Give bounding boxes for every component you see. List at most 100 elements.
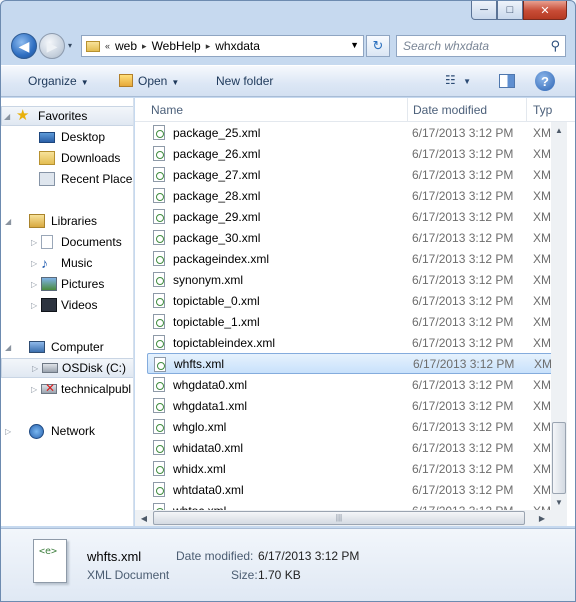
- chevron-down-icon: ▼: [171, 78, 180, 87]
- expand-arrow-icon[interactable]: ▷: [31, 301, 37, 310]
- file-row[interactable]: whtdata0.xml 6/17/2013 3:12 PM XM: [147, 479, 555, 500]
- explorer-window: ─ □ ✕ ◀ ▶ ▾ « web ▸ WebHelp ▸ whxdata ▼ …: [0, 0, 576, 602]
- file-type: XM: [533, 188, 551, 203]
- open-button[interactable]: Open ▼: [119, 74, 179, 88]
- refresh-button[interactable]: ↻: [366, 35, 390, 57]
- organize-button[interactable]: Organize ▼: [28, 74, 89, 88]
- nav-videos[interactable]: ▷ Videos: [1, 295, 133, 315]
- nav-documents[interactable]: ▷ Documents: [1, 232, 133, 252]
- xml-file-icon: [153, 440, 165, 455]
- scroll-right-arrow-icon[interactable]: ▶: [535, 510, 549, 526]
- nav-desktop[interactable]: Desktop: [1, 127, 133, 147]
- details-size-value: 1.70 KB: [258, 568, 301, 582]
- scroll-thumb[interactable]: |||: [153, 511, 525, 525]
- horizontal-scrollbar[interactable]: ◀ ||| ▶: [135, 510, 551, 526]
- file-name: synonym.xml: [173, 272, 244, 287]
- column-name[interactable]: Name: [151, 103, 183, 117]
- file-row[interactable]: packageindex.xml 6/17/2013 3:12 PM XM: [147, 248, 555, 269]
- file-row[interactable]: whidx.xml 6/17/2013 3:12 PM XM: [147, 458, 555, 479]
- file-type: XM: [534, 356, 552, 371]
- search-icon[interactable]: ⚲: [550, 38, 560, 54]
- file-date-modified: 6/17/2013 3:12 PM: [412, 230, 514, 245]
- column-divider[interactable]: [407, 98, 408, 122]
- file-row[interactable]: synonym.xml 6/17/2013 3:12 PM XM: [147, 269, 555, 290]
- chevron-down-icon: ▼: [463, 77, 472, 86]
- file-row[interactable]: topictable_1.xml 6/17/2013 3:12 PM XM: [147, 311, 555, 332]
- collapse-arrow-icon[interactable]: ◢: [5, 343, 11, 352]
- chevron-right-icon[interactable]: ▸: [206, 41, 211, 52]
- file-row[interactable]: topictableindex.xml 6/17/2013 3:12 PM XM: [147, 332, 555, 353]
- file-row[interactable]: package_30.xml 6/17/2013 3:12 PM XM: [147, 227, 555, 248]
- nav-libraries[interactable]: ◢ Libraries: [1, 211, 133, 231]
- breadcrumb-web[interactable]: web: [115, 39, 137, 53]
- expand-arrow-icon[interactable]: ▷: [31, 238, 37, 247]
- search-input[interactable]: Search whxdata ⚲: [396, 35, 566, 57]
- file-type: XM: [533, 272, 551, 287]
- file-type: XM: [533, 146, 551, 161]
- expand-arrow-icon[interactable]: ▷: [32, 364, 38, 373]
- nav-computer[interactable]: ◢ Computer: [1, 337, 133, 357]
- xml-file-icon: [153, 419, 165, 434]
- maximize-button[interactable]: □: [497, 1, 523, 20]
- file-row[interactable]: package_26.xml 6/17/2013 3:12 PM XM: [147, 143, 555, 164]
- forward-button[interactable]: ▶: [39, 33, 65, 59]
- recent-pages-dropdown[interactable]: ▾: [68, 41, 72, 50]
- file-row[interactable]: whidata0.xml 6/17/2013 3:12 PM XM: [147, 437, 555, 458]
- chevron-down-icon[interactable]: ▼: [350, 40, 359, 50]
- column-type[interactable]: Typ: [533, 103, 552, 117]
- file-date-modified: 6/17/2013 3:12 PM: [412, 314, 514, 329]
- breadcrumb-webhelp[interactable]: WebHelp: [152, 39, 201, 53]
- expand-arrow-icon[interactable]: ▷: [5, 427, 11, 436]
- new-folder-button[interactable]: New folder: [216, 74, 273, 88]
- preview-pane-icon[interactable]: [499, 74, 515, 88]
- breadcrumb-overflow[interactable]: «: [105, 41, 110, 51]
- chevron-right-icon[interactable]: ▸: [142, 41, 147, 52]
- vertical-scrollbar[interactable]: ▲ ▼: [551, 122, 567, 526]
- collapse-arrow-icon[interactable]: ◢: [5, 217, 11, 226]
- file-row[interactable]: package_27.xml 6/17/2013 3:12 PM XM: [147, 164, 555, 185]
- nav-technicalpubl[interactable]: ▷ technicalpubl: [1, 379, 133, 399]
- minimize-button[interactable]: ─: [471, 1, 497, 20]
- column-divider[interactable]: [526, 98, 527, 122]
- xml-file-icon: [153, 482, 165, 497]
- nav-network[interactable]: ▷ Network: [1, 421, 133, 441]
- expand-arrow-icon[interactable]: ▷: [31, 385, 37, 394]
- file-row[interactable]: topictable_0.xml 6/17/2013 3:12 PM XM: [147, 290, 555, 311]
- file-row[interactable]: package_25.xml 6/17/2013 3:12 PM XM: [147, 122, 555, 143]
- nav-music[interactable]: ▷ ♪ Music: [1, 253, 133, 273]
- change-view-button[interactable]: ☷ ▼: [445, 73, 471, 87]
- back-button[interactable]: ◀: [11, 33, 37, 59]
- file-row[interactable]: whfts.xml 6/17/2013 3:12 PM XM: [147, 353, 555, 374]
- scroll-down-arrow-icon[interactable]: ▼: [551, 494, 567, 510]
- nav-favorites[interactable]: ◢ ★ Favorites: [1, 106, 133, 126]
- file-date-modified: 6/17/2013 3:12 PM: [412, 167, 514, 182]
- nav-osdisk[interactable]: ▷ OSDisk (C:): [1, 358, 133, 378]
- nav-recent-places[interactable]: Recent Places: [1, 169, 133, 189]
- file-date-modified: 6/17/2013 3:12 PM: [412, 377, 514, 392]
- nav-downloads[interactable]: Downloads: [1, 148, 133, 168]
- xml-file-icon: [153, 230, 165, 245]
- column-date-modified[interactable]: Date modified: [413, 103, 487, 117]
- file-type: XM: [533, 314, 551, 329]
- file-row[interactable]: package_29.xml 6/17/2013 3:12 PM XM: [147, 206, 555, 227]
- expand-arrow-icon[interactable]: ▷: [31, 259, 37, 268]
- file-row[interactable]: whgdata0.xml 6/17/2013 3:12 PM XM: [147, 374, 555, 395]
- network-icon: [29, 423, 44, 439]
- collapse-arrow-icon[interactable]: ◢: [4, 112, 10, 121]
- details-date-value: 6/17/2013 3:12 PM: [258, 549, 360, 563]
- expand-arrow-icon[interactable]: ▷: [31, 280, 37, 289]
- scroll-thumb[interactable]: [552, 422, 566, 494]
- nav-pictures[interactable]: ▷ Pictures: [1, 274, 133, 294]
- file-row[interactable]: package_28.xml 6/17/2013 3:12 PM XM: [147, 185, 555, 206]
- scroll-left-arrow-icon[interactable]: ◀: [137, 510, 151, 526]
- xml-file-icon: [154, 357, 166, 372]
- open-label: Open: [138, 74, 168, 88]
- close-button[interactable]: ✕: [523, 1, 567, 20]
- address-bar[interactable]: « web ▸ WebHelp ▸ whxdata ▼: [81, 35, 364, 57]
- help-icon[interactable]: ?: [535, 71, 555, 91]
- breadcrumb-whxdata[interactable]: whxdata: [215, 39, 260, 53]
- file-row[interactable]: whglo.xml 6/17/2013 3:12 PM XM: [147, 416, 555, 437]
- file-name: whidata0.xml: [173, 440, 244, 455]
- file-row[interactable]: whgdata1.xml 6/17/2013 3:12 PM XM: [147, 395, 555, 416]
- scroll-up-arrow-icon[interactable]: ▲: [551, 122, 567, 138]
